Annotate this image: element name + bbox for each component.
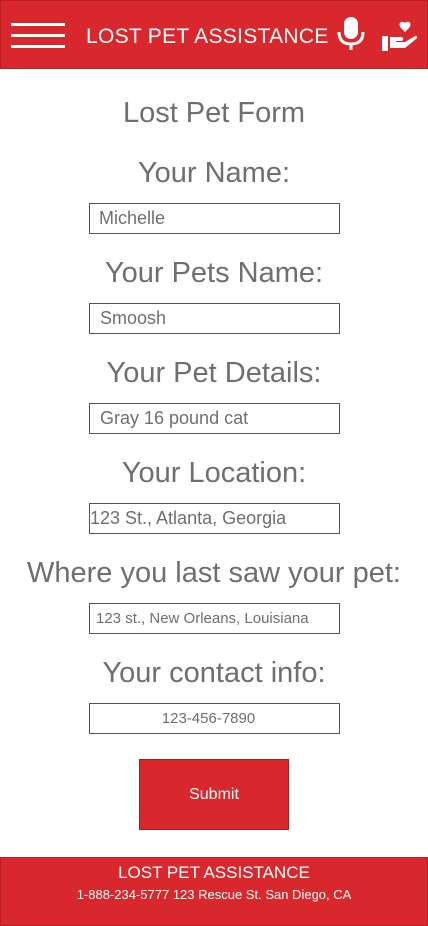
pet-details-label: Your Pet Details: xyxy=(106,357,322,389)
location-field[interactable] xyxy=(89,503,340,534)
last-seen-label: Where you last saw your pet: xyxy=(27,557,401,589)
name-field[interactable] xyxy=(89,203,340,234)
name-label: Your Name: xyxy=(137,157,291,189)
contact-field[interactable] xyxy=(89,703,340,734)
pet-details-field[interactable] xyxy=(89,403,340,434)
contact-label: Your contact info: xyxy=(102,657,326,689)
last-seen-field[interactable] xyxy=(89,603,340,634)
footer-contact: 1-888-234-5777 123 Rescue St. San Diego,… xyxy=(76,887,352,902)
pet-name-field[interactable] xyxy=(89,303,340,334)
location-label: Your Location: xyxy=(121,457,307,489)
footer-title: LOST PET ASSISTANCE xyxy=(118,863,310,882)
app-title: LOST PET ASSISTANCE xyxy=(86,25,329,48)
hand-heart-icon[interactable] xyxy=(381,21,417,53)
app-footer: LOST PET ASSISTANCE 1-888-234-5777 123 R… xyxy=(0,857,428,926)
hamburger-menu-icon[interactable] xyxy=(11,23,65,49)
microphone-icon[interactable] xyxy=(335,16,367,52)
app-header: LOST PET ASSISTANCE xyxy=(0,0,428,69)
form-title: Lost Pet Form xyxy=(122,97,306,129)
submit-button[interactable]: Submit xyxy=(139,759,289,830)
pet-name-label: Your Pets Name: xyxy=(104,257,324,289)
